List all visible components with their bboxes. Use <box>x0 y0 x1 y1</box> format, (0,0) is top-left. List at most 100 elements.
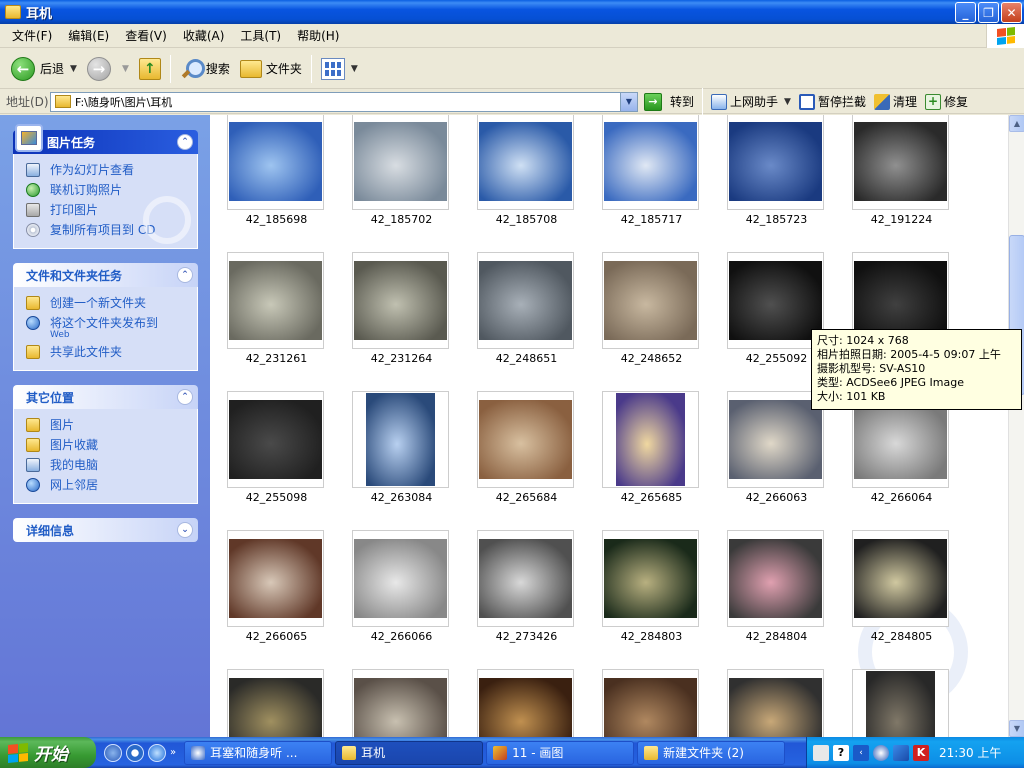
thumbnail[interactable] <box>477 252 574 349</box>
thumbnail[interactable] <box>227 530 324 627</box>
repair-button[interactable]: + 修复 <box>921 93 972 110</box>
assistant-button[interactable]: 上网助手 ▼ <box>707 93 795 110</box>
publish-web-link[interactable]: 将这个文件夹发布到 Web <box>26 315 189 340</box>
collapse-up-icon[interactable]: ⌃ <box>177 267 193 283</box>
file-name[interactable]: 42_185702 <box>339 213 464 226</box>
place-network-link[interactable]: 网上邻居 <box>26 477 189 493</box>
menu-help[interactable]: 帮助(H) <box>289 25 347 46</box>
menu-edit[interactable]: 编辑(E) <box>60 25 117 46</box>
new-folder-link[interactable]: 创建一个新文件夹 <box>26 295 189 311</box>
views-button[interactable]: ▼ <box>316 52 363 86</box>
scroll-down-button[interactable]: ▼ <box>1009 720 1024 737</box>
thumbnail[interactable] <box>602 530 699 627</box>
ime-icon[interactable] <box>873 744 889 761</box>
network-tray-icon[interactable] <box>893 744 909 761</box>
ie-icon[interactable] <box>148 743 166 762</box>
expand-down-icon[interactable]: ⌄ <box>177 522 193 538</box>
task-new-folder[interactable]: 新建文件夹 (2) <box>637 740 786 765</box>
forward-button[interactable]: → ▼ <box>82 52 134 86</box>
thumbnail[interactable] <box>727 530 824 627</box>
file-name[interactable]: 42_284805 <box>839 630 964 643</box>
place-pictures-link[interactable]: 图片 <box>26 417 189 433</box>
media-player-icon[interactable] <box>126 743 144 762</box>
back-dropdown-icon[interactable]: ▼ <box>70 64 77 74</box>
scroll-up-button[interactable]: ▲ <box>1009 115 1024 132</box>
minimize-button[interactable]: _ <box>955 2 976 23</box>
file-name[interactable]: 42_284803 <box>589 630 714 643</box>
thumbnail[interactable] <box>477 115 574 210</box>
thumbnail[interactable] <box>477 530 574 627</box>
file-name[interactable]: 42_255098 <box>214 491 339 504</box>
file-name[interactable]: 42_284804 <box>714 630 839 643</box>
thumbnail[interactable] <box>227 391 324 488</box>
thumbnail[interactable] <box>727 252 824 349</box>
file-name[interactable]: 42_248651 <box>464 352 589 365</box>
help-icon[interactable]: ? <box>833 744 849 761</box>
search-button[interactable]: 搜索 <box>175 52 235 86</box>
keyboard-icon[interactable] <box>813 744 829 761</box>
file-name[interactable]: 42_248652 <box>589 352 714 365</box>
thumbnail[interactable] <box>602 669 699 737</box>
collapse-up-icon[interactable]: ⌃ <box>177 389 193 405</box>
file-name[interactable]: 42_273426 <box>464 630 589 643</box>
file-tasks-header[interactable]: 文件和文件夹任务 ⌃ <box>13 263 198 287</box>
maximize-button[interactable]: ❐ <box>978 2 999 23</box>
thumbnail[interactable] <box>727 391 824 488</box>
slideshow-link[interactable]: 作为幻灯片查看 <box>26 162 189 178</box>
place-my-pictures-link[interactable]: 图片收藏 <box>26 437 189 453</box>
antivirus-icon[interactable]: K <box>913 744 929 761</box>
file-name[interactable]: 42_231261 <box>214 352 339 365</box>
details-header[interactable]: 详细信息 ⌄ <box>13 518 198 542</box>
menu-view[interactable]: 查看(V) <box>117 25 175 46</box>
thumbnail[interactable] <box>602 115 699 210</box>
picture-tasks-header[interactable]: 图片任务 ⌃ <box>13 124 198 154</box>
task-earbuds[interactable]: 耳塞和随身听 ... <box>184 740 333 765</box>
share-folder-link[interactable]: 共享此文件夹 <box>26 344 189 360</box>
menu-favorites[interactable]: 收藏(A) <box>175 25 233 46</box>
file-name[interactable]: 42_266066 <box>339 630 464 643</box>
thumbnail[interactable] <box>227 115 324 210</box>
file-view[interactable]: 42_185698 42_185702 42_185708 42_185717 42_1… <box>210 115 1008 737</box>
thumbnail[interactable] <box>227 669 324 737</box>
thumbnail[interactable] <box>477 391 574 488</box>
thumbnail[interactable] <box>352 115 449 210</box>
title-bar[interactable]: 耳机 _ ❐ ✕ <box>0 0 1024 24</box>
file-name[interactable]: 42_185717 <box>589 213 714 226</box>
desktop-icon[interactable] <box>104 743 122 762</box>
thumbnail[interactable] <box>727 669 824 737</box>
other-places-header[interactable]: 其它位置 ⌃ <box>13 385 198 409</box>
file-name[interactable]: 42_265684 <box>464 491 589 504</box>
clean-button[interactable]: 清理 <box>870 93 921 110</box>
file-name[interactable]: 42_265685 <box>589 491 714 504</box>
block-popup-button[interactable]: 暂停拦截 <box>795 93 870 110</box>
close-button[interactable]: ✕ <box>1001 2 1022 23</box>
start-button[interactable]: 开始 <box>0 737 96 768</box>
back-button[interactable]: ← 后退 ▼ <box>6 52 82 86</box>
thumbnail[interactable] <box>352 669 449 737</box>
thumbnail[interactable] <box>852 530 949 627</box>
file-name[interactable]: 42_231264 <box>339 352 464 365</box>
collapse-up-icon[interactable]: ⌃ <box>177 134 193 150</box>
forward-dropdown-icon[interactable]: ▼ <box>122 64 129 74</box>
file-name[interactable]: 42_263084 <box>339 491 464 504</box>
file-name[interactable]: 42_185698 <box>214 213 339 226</box>
thumbnail[interactable] <box>352 391 449 488</box>
place-my-computer-link[interactable]: 我的电脑 <box>26 457 189 473</box>
assistant-dropdown-icon[interactable]: ▼ <box>784 97 791 107</box>
thumbnail[interactable] <box>727 115 824 210</box>
thumbnail[interactable] <box>852 669 949 737</box>
thumbnail[interactable] <box>352 530 449 627</box>
task-headphones-folder[interactable]: 耳机 <box>335 740 484 765</box>
file-name[interactable]: 42_266065 <box>214 630 339 643</box>
views-dropdown-icon[interactable]: ▼ <box>351 64 358 74</box>
up-button[interactable]: ↑ <box>134 52 166 86</box>
thumbnail[interactable] <box>352 252 449 349</box>
vertical-scrollbar[interactable]: ▲ ▼ <box>1008 115 1024 737</box>
thumbnail[interactable] <box>477 669 574 737</box>
address-dropdown-icon[interactable]: ▼ <box>620 92 637 111</box>
file-name[interactable]: 42_266064 <box>839 491 964 504</box>
address-input[interactable]: F:\随身听\图片\耳机 ▼ <box>50 91 638 112</box>
folders-button[interactable]: 文件夹 <box>235 52 307 86</box>
tray-left-arrow-icon[interactable]: ‹ <box>853 744 869 761</box>
thumbnail[interactable] <box>602 391 699 488</box>
